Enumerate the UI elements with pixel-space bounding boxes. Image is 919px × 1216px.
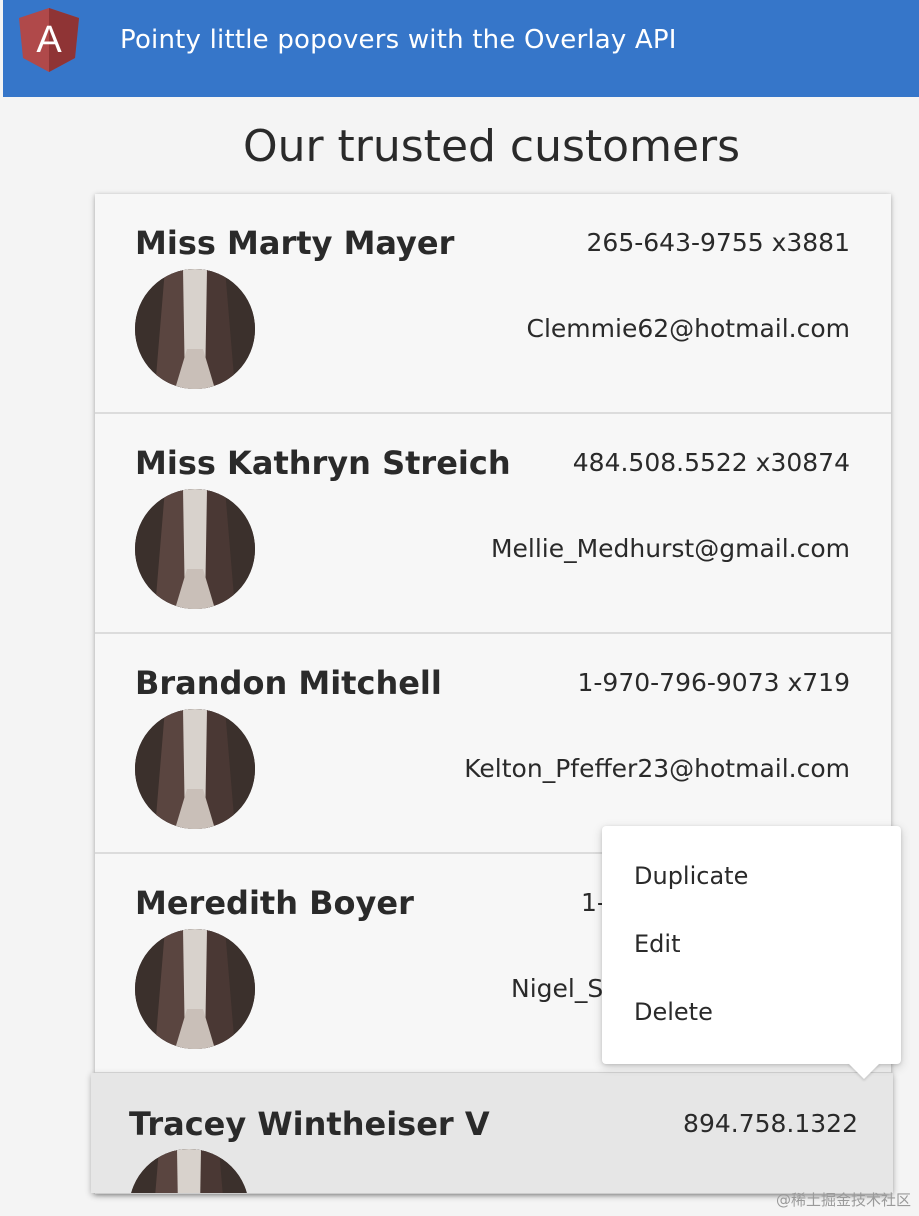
angular-logo-icon[interactable]: A xyxy=(19,8,79,72)
customer-email: Kelton_Pfeffer23@hotmail.com xyxy=(464,754,850,783)
toolbar-title: Pointy little popovers with the Overlay … xyxy=(120,25,677,55)
customer-phone: 484.508.5522 x30874 xyxy=(572,448,850,477)
menu-item-delete[interactable]: Delete xyxy=(634,992,874,1032)
customer-name: Brandon Mitchell xyxy=(135,664,442,702)
customer-phone: 1-970-796-9073 x719 xyxy=(577,668,851,697)
customer-row[interactable]: Miss Marty Mayer 265-643-9755 x3881 Clem… xyxy=(95,194,891,414)
popover-arrow xyxy=(848,1063,880,1079)
customer-email: Nigel_S xyxy=(511,974,604,1003)
customer-row[interactable]: Miss Kathryn Streich 484.508.5522 x30874… xyxy=(95,414,891,634)
customer-email: Clemmie62@hotmail.com xyxy=(526,314,850,343)
menu-item-duplicate[interactable]: Duplicate xyxy=(634,856,874,896)
customer-name: Tracey Wintheiser V xyxy=(129,1105,490,1143)
customer-name: Miss Kathryn Streich xyxy=(135,444,511,482)
actions-popover: Duplicate Edit Delete xyxy=(602,826,901,1064)
customer-name: Meredith Boyer xyxy=(135,884,414,922)
customer-avatar xyxy=(135,269,255,389)
customer-email: Mellie_Medhurst@gmail.com xyxy=(490,534,850,563)
watermark: @稀土掘金技术社区 xyxy=(775,1191,911,1209)
app-page: A Pointy little popovers with the Overla… xyxy=(0,0,919,1216)
customer-row[interactable]: Brandon Mitchell 1-970-796-9073 x719 Kel… xyxy=(95,634,891,854)
customer-phone: 894.758.1322 xyxy=(683,1109,858,1138)
customer-avatar xyxy=(129,1149,249,1193)
top-toolbar: A Pointy little popovers with the Overla… xyxy=(3,0,919,97)
customer-row-active[interactable]: Tracey Wintheiser V 894.758.1322 xyxy=(91,1073,893,1193)
logo-letter: A xyxy=(36,19,62,61)
customer-name: Miss Marty Mayer xyxy=(135,224,455,262)
menu-item-edit[interactable]: Edit xyxy=(634,924,874,964)
customer-avatar xyxy=(135,709,255,829)
customer-avatar xyxy=(135,929,255,1049)
customer-avatar xyxy=(135,489,255,609)
page-title: Our trusted customers xyxy=(242,121,741,172)
customer-phone: 265-643-9755 x3881 xyxy=(586,228,850,257)
